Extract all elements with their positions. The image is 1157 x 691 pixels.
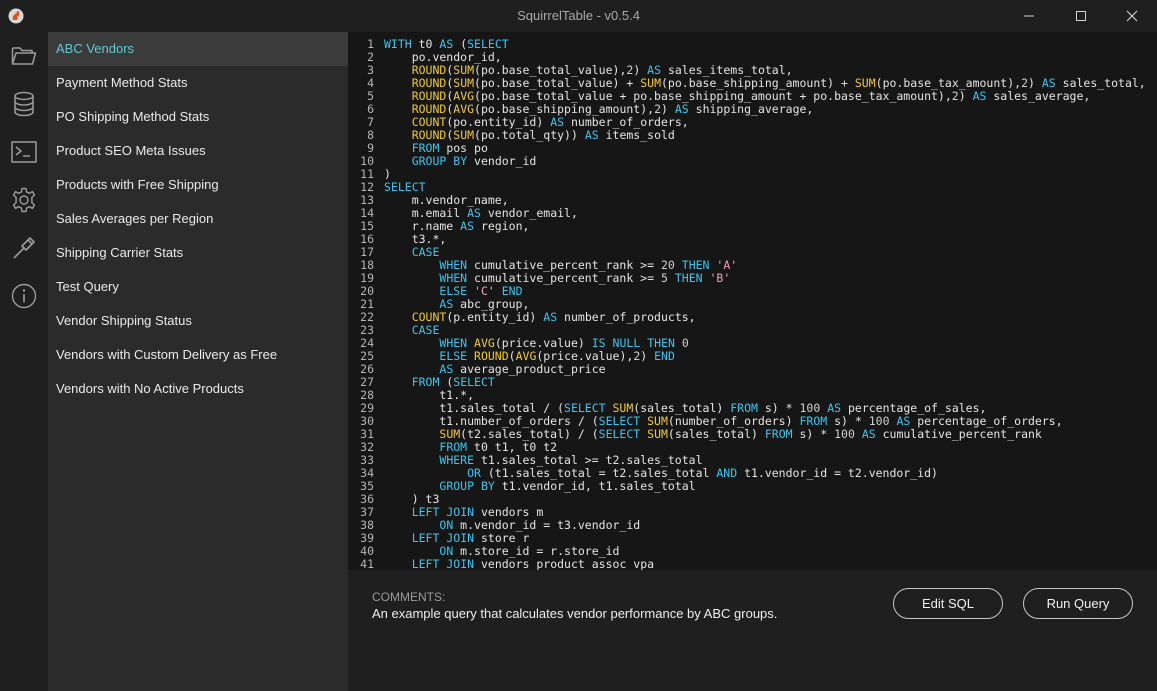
terminal-button[interactable] (8, 136, 40, 168)
sidebar-item-sales-averages-per-region[interactable]: Sales Averages per Region (48, 202, 348, 236)
icon-toolbar (0, 32, 48, 691)
info-icon (11, 283, 37, 309)
comments-label: COMMENTS: (372, 590, 446, 604)
maximize-button[interactable] (1055, 0, 1107, 32)
comments-text: An example query that calculates vendor … (372, 606, 778, 621)
terminal-icon (11, 141, 37, 163)
sidebar-item-shipping-carrier-stats[interactable]: Shipping Carrier Stats (48, 236, 348, 270)
sidebar-item-vendors-no-active-products[interactable]: Vendors with No Active Products (48, 372, 348, 406)
database-icon (14, 91, 34, 117)
minimize-icon (1024, 15, 1034, 17)
run-query-button[interactable]: Run Query (1023, 588, 1133, 619)
database-button[interactable] (8, 88, 40, 120)
close-icon (1126, 10, 1138, 22)
sql-editor[interactable]: 1 WITH t0 AS (SELECT 2 po.vendor_id, 3 ROUN… (348, 32, 1157, 570)
sidebar-item-vendor-shipping-status[interactable]: Vendor Shipping Status (48, 304, 348, 338)
gear-icon (12, 187, 36, 213)
about-button[interactable] (8, 280, 40, 312)
maximize-icon (1076, 11, 1086, 21)
title-bar: SquirrelTable - v0.5.4 (0, 0, 1157, 32)
folder-icon (11, 47, 37, 65)
query-list-sidebar: ABC Vendors Payment Method Stats PO Ship… (48, 32, 348, 691)
open-folder-button[interactable] (8, 40, 40, 72)
settings-button[interactable] (8, 184, 40, 216)
sidebar-item-product-seo-meta-issues[interactable]: Product SEO Meta Issues (48, 134, 348, 168)
minimize-button[interactable] (1003, 0, 1055, 32)
window-title: SquirrelTable - v0.5.4 (517, 8, 640, 23)
close-button[interactable] (1106, 0, 1157, 32)
code-text: GROUP BY vendor_id (411, 154, 537, 168)
sidebar-item-abc-vendors[interactable]: ABC Vendors (48, 32, 348, 66)
sidebar-item-payment-method-stats[interactable]: Payment Method Stats (48, 66, 348, 100)
edit-sql-button[interactable]: Edit SQL (893, 588, 1003, 619)
line-number: 41 (360, 557, 374, 571)
code-text: LEFT JOIN vendors_product_assoc vpa (411, 557, 655, 571)
tools-button[interactable] (8, 232, 40, 264)
sidebar-item-vendors-custom-delivery[interactable]: Vendors with Custom Delivery as Free (48, 338, 348, 372)
query-details-panel: COMMENTS: An example query that calculat… (348, 570, 1157, 691)
hammer-icon (13, 237, 35, 259)
sidebar-item-products-with-free-shipping[interactable]: Products with Free Shipping (48, 168, 348, 202)
sidebar-item-test-query[interactable]: Test Query (48, 270, 348, 304)
sidebar-item-po-shipping-method-stats[interactable]: PO Shipping Method Stats (48, 100, 348, 134)
